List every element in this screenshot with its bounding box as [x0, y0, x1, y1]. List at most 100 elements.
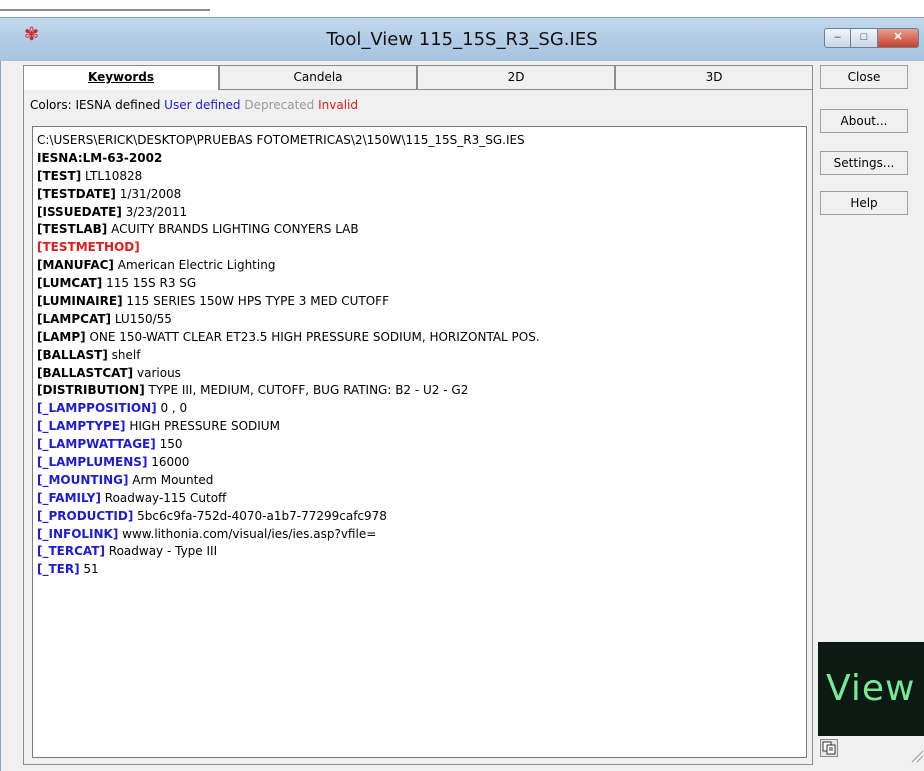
keyword-name: [_FAMILY] — [37, 490, 101, 505]
app-window: ✾ Tool_View 115_15S_R3_SG.IES – □ ✕ Keyw… — [0, 0, 924, 771]
keyword-name: [LAMPCAT] — [37, 311, 111, 326]
keyword-value: American Electric Lighting — [117, 258, 276, 273]
keyword-value: 115 SERIES 150W HPS TYPE 3 MED CUTOFF — [126, 294, 389, 309]
keyword-name: [_TERCAT] — [37, 544, 105, 559]
tab-3d[interactable]: 3D — [615, 65, 813, 89]
keyword-name: [LUMINAIRE] — [37, 294, 123, 309]
keyword-value: shelf — [111, 347, 141, 362]
keyword-lines: C:\USERS\ERICK\DESKTOP\PRUEBAS FOTOMETRI… — [37, 132, 540, 579]
keyword-value: ONE 150-WATT CLEAR ET23.5 HIGH PRESSURE … — [89, 329, 540, 344]
keyword-line: [TESTLAB] ACUITY BRANDS LIGHTING CONYERS… — [37, 221, 540, 239]
tab-keywords[interactable]: Keywords — [23, 65, 219, 90]
keyword-value: 115 15S R3 SG — [106, 276, 197, 291]
keyword-value: HIGH PRESSURE SODIUM — [129, 419, 280, 434]
keyword-value: Arm Mounted — [132, 472, 214, 487]
keyword-name: [_LAMPTYPE] — [37, 419, 126, 434]
keyword-name: [_MOUNTING] — [37, 472, 129, 487]
keyword-name: [_LAMPWATTAGE] — [37, 437, 156, 452]
keyword-name: [TEST] — [37, 168, 82, 183]
keyword-name: [LAMP] — [37, 329, 86, 344]
keyword-line: [LUMCAT] 115 15S R3 SG — [37, 275, 540, 293]
legend-user-defined: User defined — [164, 98, 241, 112]
help-button[interactable]: Help — [820, 191, 908, 215]
keyword-value: LTL10828 — [85, 168, 143, 183]
keyword-name: [ISSUEDATE] — [37, 204, 122, 219]
keyword-line: [_INFOLINK] www.lithonia.com/visual/ies/… — [37, 526, 540, 544]
keyword-name: [_TER] — [37, 562, 80, 577]
keyword-line: [_LAMPPOSITION] 0 , 0 — [37, 400, 540, 418]
view-logo: View — [818, 642, 924, 736]
keyword-line: [TEST] LTL10828 — [37, 168, 540, 186]
keyword-line: [BALLASTCAT] various — [37, 365, 540, 383]
minimize-button[interactable]: – — [824, 28, 851, 48]
keyword-value: 3/23/2011 — [125, 204, 188, 219]
keywords-panel: Colors: IESNA defined User defined Depre… — [23, 89, 813, 765]
keyword-line: [_TER] 51 — [37, 561, 540, 579]
keyword-line: [DISTRIBUTION] TYPE III, MEDIUM, CUTOFF,… — [37, 382, 540, 400]
keyword-name: [MANUFAC] — [37, 258, 114, 273]
client-area: Keywords Candela 2D 3D Colors: IESNA def… — [0, 61, 924, 771]
keyword-value: www.lithonia.com/visual/ies/ies.asp?vfil… — [122, 526, 377, 541]
keyword-line: [TESTDATE] 1/31/2008 — [37, 186, 540, 204]
keyword-value: TYPE III, MEDIUM, CUTOFF, BUG RATING: B2… — [148, 383, 469, 398]
keyword-value: Roadway-115 Cutoff — [104, 490, 227, 505]
keyword-line: [LUMINAIRE] 115 SERIES 150W HPS TYPE 3 M… — [37, 293, 540, 311]
keyword-value: 5bc6c9fa-752d-4070-a1b7-77299cafc978 — [137, 508, 387, 523]
keyword-value: 0 , 0 — [160, 401, 188, 416]
keyword-line: [MANUFAC] American Electric Lighting — [37, 257, 540, 275]
keyword-line: [_LAMPWATTAGE] 150 — [37, 436, 540, 454]
keyword-name: [TESTDATE] — [37, 186, 116, 201]
keyword-line: [LAMP] ONE 150-WATT CLEAR ET23.5 HIGH PR… — [37, 329, 540, 347]
color-legend: Colors: IESNA defined User defined Depre… — [30, 98, 358, 112]
keyword-line: [_FAMILY] Roadway-115 Cutoff — [37, 490, 540, 508]
top-divider — [0, 9, 210, 11]
keyword-line: [TESTMETHOD] — [37, 239, 540, 257]
tab-strip: Keywords Candela 2D 3D — [23, 65, 813, 90]
legend-iesna: Colors: IESNA defined — [30, 98, 161, 112]
window-close-button[interactable]: ✕ — [878, 28, 919, 48]
title-bar[interactable]: ✾ Tool_View 115_15S_R3_SG.IES – □ ✕ — [0, 17, 924, 61]
legend-deprecated: Deprecated — [244, 98, 315, 112]
keyword-line: [_PRODUCTID] 5bc6c9fa-752d-4070-a1b7-772… — [37, 508, 540, 526]
settings-button[interactable]: Settings... — [820, 151, 908, 175]
keyword-name: [BALLAST] — [37, 347, 108, 362]
keyword-value: Roadway - Type III — [108, 544, 218, 559]
legend-invalid: Invalid — [318, 98, 359, 112]
keyword-value: various — [137, 365, 181, 380]
keyword-value: 51 — [83, 562, 99, 577]
keyword-name: [TESTLAB] — [37, 222, 108, 237]
keyword-name: [_INFOLINK] — [37, 526, 119, 541]
tab-candela[interactable]: Candela — [219, 65, 417, 89]
file-path: C:\USERS\ERICK\DESKTOP\PRUEBAS FOTOMETRI… — [37, 133, 525, 147]
keyword-line: [ISSUEDATE] 3/23/2011 — [37, 204, 540, 222]
keyword-name: [BALLASTCAT] — [37, 365, 134, 380]
keyword-name: [_LAMPLUMENS] — [37, 455, 148, 470]
about-button[interactable]: About... — [820, 109, 908, 133]
keyword-value: 1/31/2008 — [119, 186, 182, 201]
keywords-text-area[interactable]: C:\USERS\ERICK\DESKTOP\PRUEBAS FOTOMETRI… — [32, 126, 807, 758]
keyword-value: 16000 — [151, 455, 190, 470]
copy-icon[interactable] — [820, 739, 838, 757]
keyword-line: [_LAMPLUMENS] 16000 — [37, 454, 540, 472]
keyword-value: ACUITY BRANDS LIGHTING CONYERS LAB — [111, 222, 359, 237]
keyword-name: [DISTRIBUTION] — [37, 383, 145, 398]
keyword-line: [BALLAST] shelf — [37, 347, 540, 365]
keyword-line: [_TERCAT] Roadway - Type III — [37, 543, 540, 561]
top-strip — [0, 0, 924, 16]
resize-grip-icon[interactable] — [906, 745, 924, 763]
keyword-line: [_MOUNTING] Arm Mounted — [37, 472, 540, 490]
keyword-value: LU150/55 — [114, 311, 172, 326]
keyword-line: [LAMPCAT] LU150/55 — [37, 311, 540, 329]
close-button[interactable]: Close — [820, 65, 908, 89]
copy-glyph — [822, 741, 836, 755]
keyword-value: 150 — [159, 437, 183, 452]
keyword-line: [_LAMPTYPE] HIGH PRESSURE SODIUM — [37, 418, 540, 436]
keyword-name: [_PRODUCTID] — [37, 508, 134, 523]
window-title: Tool_View 115_15S_R3_SG.IES — [326, 29, 598, 50]
keyword-name: [TESTMETHOD] — [37, 240, 140, 255]
maximize-button[interactable]: □ — [851, 28, 878, 48]
tab-2d[interactable]: 2D — [417, 65, 615, 89]
file-format: IESNA:LM-63-2002 — [37, 150, 163, 165]
keyword-name: [LUMCAT] — [37, 276, 103, 291]
keyword-name: [_LAMPPOSITION] — [37, 401, 157, 416]
